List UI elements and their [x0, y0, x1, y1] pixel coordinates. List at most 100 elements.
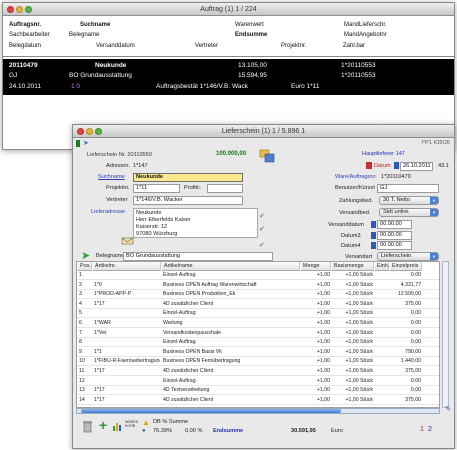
table-row[interactable]: 7 1*Ver Versandkostenpauschale +1,00 +1,00 S… [77, 329, 439, 338]
hauptlieferer-label[interactable]: Hauptlieferer 147 [362, 151, 405, 157]
table-cell: +1,00 [316, 272, 330, 278]
header-divider [3, 56, 454, 57]
table-row[interactable]: 5 Einzel-Auftrag +1,00 +1,00 Stück 0,00 [77, 309, 439, 319]
close-button[interactable] [77, 128, 84, 135]
datum3-field[interactable]: 00.00.00 [377, 231, 412, 240]
table-row[interactable]: 1 Einzel-Auftrag +1,00 +1,00 Stück 0,00 [77, 271, 439, 280]
table-row[interactable]: 4 1*17 4D zusätzlicher Client +1,00 +1,00 St… [77, 300, 439, 309]
zahlungsbed-dropdown[interactable]: 30 T. Netto ▼ [379, 196, 439, 205]
suchname-input[interactable]: Neukunde [133, 173, 243, 182]
table-cell: +1,00 Stück [345, 348, 373, 355]
arrow-icon[interactable]: ➤ [83, 139, 89, 147]
pencil-icon[interactable]: ✎ [445, 405, 451, 413]
column-header[interactable]: Menge [301, 262, 331, 271]
table-row[interactable]: 3 1*PROD-APP-P Business OPEN Produktion_Ek… [77, 290, 439, 300]
table-cell: 12 [79, 377, 85, 384]
table-row[interactable]: 6 1*WAR Wartung +1,00 +1,00 Stück 0,00 [77, 319, 439, 328]
column-header[interactable]: Einzelpreis [390, 262, 422, 271]
record-marker-icon[interactable] [76, 140, 80, 147]
benutzer-field[interactable]: GJ [377, 184, 439, 193]
calendar-icon[interactable] [394, 162, 399, 169]
table-cell: 4D zusätzlicher Client [163, 368, 214, 374]
belegart-dropdown[interactable]: Lieferschein ▼ [377, 252, 439, 261]
col-zahlbar[interactable]: Zahl.bar [343, 43, 365, 49]
column-header[interactable]: Artikelnr. [93, 262, 161, 271]
calendar-icon[interactable] [371, 242, 376, 249]
minimize-button[interactable] [16, 6, 23, 13]
column-header[interactable]: Pos. [78, 262, 92, 271]
doc-icon[interactable] [366, 162, 372, 169]
scroll-thumb[interactable] [81, 409, 341, 413]
projektnr-label: Projektnr. [106, 185, 130, 191]
col-projektnr[interactable]: Projektnr. [281, 43, 306, 49]
col-mand-lieferschein[interactable]: MandLieferschr. [344, 22, 387, 28]
wareauftragsnr-label[interactable]: Ware/Auftragsnr. [335, 174, 377, 180]
col-warenwert[interactable]: Warenwert [235, 22, 264, 28]
trash-icon[interactable] [83, 420, 92, 433]
table-row[interactable]: 8 Einzel-Auftrag +1,00 +1,00 Stück 0,00 [77, 338, 439, 348]
col-endsumme[interactable]: Endsumme [235, 32, 267, 38]
lieferadresse-label[interactable]: Lieferadresse [91, 209, 125, 215]
address-card-icon[interactable] [259, 149, 275, 163]
table-row[interactable]: 10 1*FIBU-R-Faernuebertragung Business OPE… [77, 357, 439, 367]
table-row[interactable]: 2 1*0 Business OPEN Auftrag Warenwirtschaf… [77, 281, 439, 290]
table-cell: Versandkostenpauschale [163, 329, 221, 336]
check-icon[interactable]: ✔ [259, 241, 265, 249]
col-suchname[interactable]: Suchname [80, 22, 110, 28]
column-header[interactable]: Einh. [375, 262, 389, 271]
close-button[interactable] [7, 6, 14, 13]
col-versanddatum[interactable]: Versanddatum [96, 43, 135, 49]
zoom-button[interactable] [95, 128, 102, 135]
table-row[interactable]: 11 1*17 4D zusätzlicher Client +1,00 +1,00 S… [77, 367, 439, 376]
column-header[interactable]: Basismenge [332, 262, 374, 271]
selected-auftrag-row[interactable]: 20110479 Neukunde 13.105,00 1*20110553 G… [3, 59, 454, 95]
calendar-icon[interactable] [371, 232, 376, 239]
col-auftragsnr[interactable]: Auftragsnr. [9, 22, 41, 28]
check-icon[interactable]: ✔ [259, 225, 265, 233]
lieferadresse-box[interactable]: Neukunde Herr Elberfelds Kaiser Kaiserst… [133, 208, 258, 238]
table-cell: 1*17 [94, 300, 105, 307]
table-row[interactable]: 14 1*17 4D zusätzlicher Client +1,00 +1,00 S… [77, 396, 439, 405]
col-vertreter[interactable]: Vertreter [195, 43, 218, 49]
col-belegdatum[interactable]: Belegdatum [9, 43, 41, 49]
bar-chart-icon[interactable] [113, 421, 123, 431]
table-cell [94, 309, 160, 318]
toolbar-strip: ➤ I*P1 IO5O5 [73, 139, 454, 148]
minimize-button[interactable] [86, 128, 93, 135]
datum-field[interactable]: 26.10.2011 [400, 162, 433, 171]
vertical-scrollbar[interactable] [442, 261, 449, 408]
table-row[interactable]: 13 1*17 4D Textverarbeitung +1,00 +1,00 Stüc… [77, 386, 439, 396]
add-icon[interactable]: + [99, 418, 107, 432]
mail-icon[interactable] [121, 235, 134, 245]
row-sachbearbeiter: GJ [9, 72, 18, 79]
adressnr-value[interactable]: 1*147 [133, 163, 148, 169]
vertreter-field[interactable]: 1*146/V.B. Wacker [133, 196, 243, 205]
zoom-button[interactable] [25, 6, 32, 13]
belegname-field[interactable]: BO Grundausstattung [123, 252, 273, 261]
horizontal-scrollbar[interactable] [76, 408, 440, 414]
waren-korb-label[interactable]: WAREN KORB [125, 420, 138, 428]
lieferschein-titlebar[interactable]: Lieferschein (1) 1 / 5.896 1 [73, 125, 454, 138]
datum4-field[interactable]: 00.00.00 [377, 241, 412, 250]
suchname-label[interactable]: Suchname [98, 174, 125, 180]
check-icon[interactable]: ✔ [259, 212, 265, 220]
col-sachbearbeiter[interactable]: Sachbearbeiter [9, 32, 50, 38]
projektnr-field[interactable]: 1*11 [133, 184, 180, 193]
table-cell: 1*1 [94, 348, 102, 355]
col-mand-angebot[interactable]: MandAngebotnr [344, 32, 387, 38]
col-belegname[interactable]: Belegname [69, 32, 99, 38]
auftrag-titlebar[interactable]: Auftrag (1) 1 / 224 [3, 3, 454, 16]
versandbed-dropdown[interactable]: Stdt unfrei ▼ [379, 208, 439, 217]
calendar-icon[interactable] [371, 221, 376, 228]
versanddatum-field[interactable]: 00.00.00 [377, 220, 412, 229]
profitc-field[interactable] [207, 184, 243, 193]
table-row[interactable]: 9 1*1 Business OPEN Basis Vk +1,00 +1,00 Stü… [77, 348, 439, 357]
row-suchname: Neukunde [95, 62, 127, 69]
column-header[interactable]: Artikelname [162, 262, 300, 271]
page-a[interactable]: 1 [420, 426, 424, 433]
table-cell: Einzel-Auftrag [163, 377, 196, 384]
wareauftragsnr-value[interactable]: 1*20110479 [381, 174, 411, 180]
id-badge: I*P1 IO5O5 [421, 140, 450, 146]
table-row[interactable]: 12 Einzel-Auftrag +1,00 +1,00 Stück 0,00 [77, 377, 439, 386]
page-b[interactable]: 2 [428, 426, 432, 433]
